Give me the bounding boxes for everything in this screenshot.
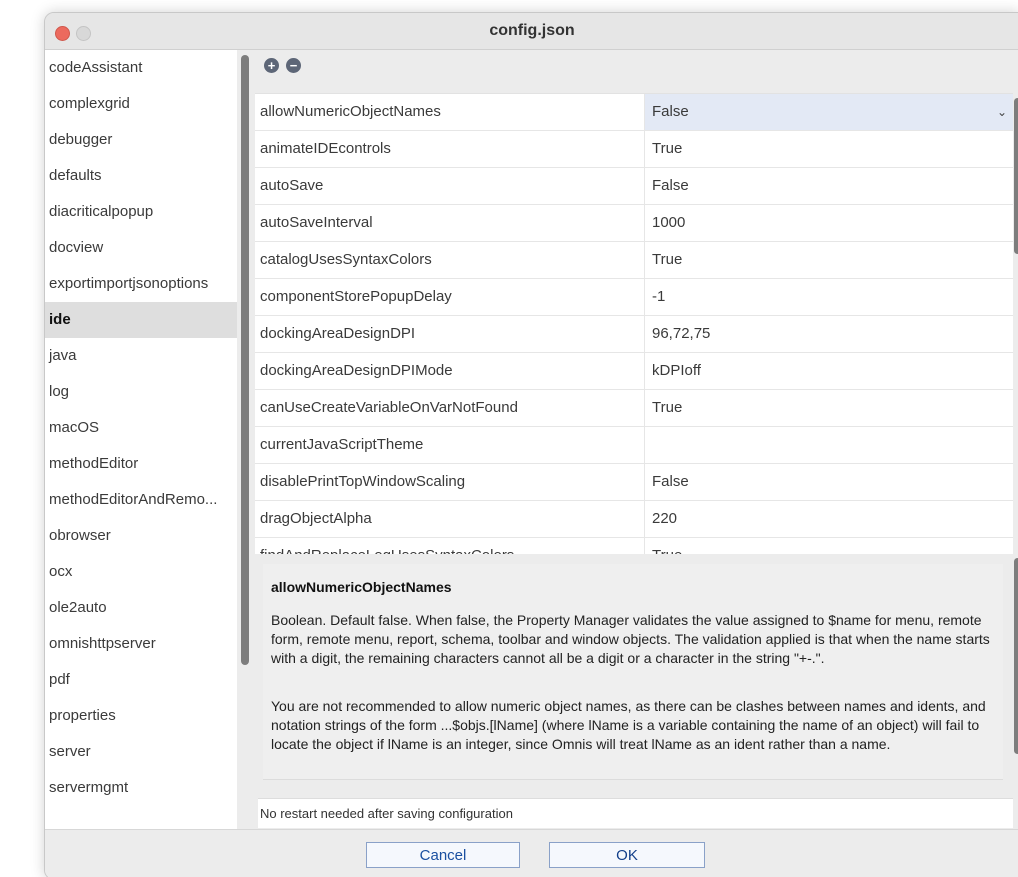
description-scrollbar[interactable]	[1014, 558, 1018, 754]
plus-circle-icon[interactable]: +	[264, 58, 279, 73]
sidebar-item-exportimportjsonoptions[interactable]: exportimportjsonoptions	[45, 266, 237, 302]
sidebar-item-defaults[interactable]: defaults	[45, 158, 237, 194]
table-row[interactable]: disablePrintTopWindowScaling False	[255, 464, 1013, 501]
property-grid: allowNumericObjectNames False ⌄ animateIDEc…	[255, 93, 1013, 554]
property-name-cell[interactable]: dragObjectAlpha	[255, 501, 645, 537]
sidebar-item-debugger[interactable]: debugger	[45, 122, 237, 158]
table-row[interactable]: findAndReplaceLogUsesSyntaxColors True	[255, 538, 1013, 554]
minus-circle-icon[interactable]: −	[286, 58, 301, 73]
property-value-cell[interactable]: True	[645, 131, 1013, 167]
sidebar-item-log[interactable]: log	[45, 374, 237, 410]
property-value-cell[interactable]: kDPIoff	[645, 353, 1013, 389]
table-row[interactable]: animateIDEcontrols True	[255, 131, 1013, 168]
dialog-footer: Cancel OK	[45, 829, 1018, 877]
chevron-down-icon[interactable]: ⌄	[997, 94, 1007, 130]
table-row[interactable]: dockingAreaDesignDPIMode kDPIoff	[255, 353, 1013, 390]
description-paragraph-1: Boolean. Default false. When false, the …	[271, 612, 990, 666]
property-value-text: False	[652, 103, 689, 120]
property-name-cell[interactable]: findAndReplaceLogUsesSyntaxColors	[255, 538, 645, 554]
property-name-cell[interactable]: dockingAreaDesignDPIMode	[255, 353, 645, 389]
sidebar-item-omnishttpserver[interactable]: omnishttpserver	[45, 626, 237, 662]
property-value-cell[interactable]	[645, 427, 1013, 463]
property-name-cell[interactable]: autoSaveInterval	[255, 205, 645, 241]
table-row[interactable]: catalogUsesSyntaxColors True	[255, 242, 1013, 279]
sidebar-item-diacriticalpopup[interactable]: diacriticalpopup	[45, 194, 237, 230]
table-row[interactable]: canUseCreateVariableOnVarNotFound True	[255, 390, 1013, 427]
property-value-text: True	[652, 399, 683, 416]
sidebar-item-ide[interactable]: ide	[45, 302, 237, 338]
sidebar-item-servermgmt[interactable]: servermgmt	[45, 770, 237, 806]
cancel-button[interactable]: Cancel	[366, 842, 520, 868]
property-value-cell[interactable]: False	[645, 168, 1013, 204]
status-bar: No restart needed after saving configura…	[258, 798, 1013, 828]
property-value-text: False	[652, 473, 689, 490]
property-value-text: kDPIoff	[652, 362, 701, 379]
table-row[interactable]: autoSaveInterval 1000	[255, 205, 1013, 242]
table-row[interactable]: dockingAreaDesignDPI 96,72,75	[255, 316, 1013, 353]
property-name-cell[interactable]: allowNumericObjectNames	[255, 94, 645, 130]
property-value-cell[interactable]: -1	[645, 279, 1013, 315]
sidebar-item-server[interactable]: server	[45, 734, 237, 770]
property-value-text: 96,72,75	[652, 325, 711, 342]
property-name-cell[interactable]: currentJavaScriptTheme	[255, 427, 645, 463]
property-value-cell[interactable]: False	[645, 464, 1013, 500]
property-value-text: True	[652, 547, 682, 554]
property-name-cell[interactable]: disablePrintTopWindowScaling	[255, 464, 645, 500]
property-value-cell[interactable]: False ⌄	[645, 94, 1013, 130]
sidebar-item-codeassistant[interactable]: codeAssistant	[45, 50, 237, 86]
property-name-cell[interactable]: canUseCreateVariableOnVarNotFound	[255, 390, 645, 426]
ok-button[interactable]: OK	[549, 842, 705, 868]
property-value-cell[interactable]: 220	[645, 501, 1013, 537]
sidebar-item-properties[interactable]: properties	[45, 698, 237, 734]
property-value-text: True	[652, 140, 683, 157]
section-list: codeAssistant complexgrid debugger defaults…	[45, 50, 237, 829]
sidebar-item-obrowser[interactable]: obrowser	[45, 518, 237, 554]
property-name-cell[interactable]: dockingAreaDesignDPI	[255, 316, 645, 352]
sidebar-item-pdf[interactable]: pdf	[45, 662, 237, 698]
table-row[interactable]: componentStorePopupDelay -1	[255, 279, 1013, 316]
sidebar-item-methodeditorandremo[interactable]: methodEditorAndRemo...	[45, 482, 237, 518]
main-panel: + − allowNumericObjectNames False ⌄ animate…	[254, 50, 1018, 829]
property-name-cell[interactable]: autoSave	[255, 168, 645, 204]
property-value-cell[interactable]: 96,72,75	[645, 316, 1013, 352]
sidebar-item-docview[interactable]: docview	[45, 230, 237, 266]
sidebar-item-complexgrid[interactable]: complexgrid	[45, 86, 237, 122]
property-value-text: 1000	[652, 214, 686, 231]
table-row[interactable]: allowNumericObjectNames False ⌄	[255, 94, 1013, 131]
description-title: allowNumericObjectNames	[271, 579, 452, 595]
description-panel: allowNumericObjectNames Boolean. Default…	[263, 564, 1003, 780]
property-value-text: 220	[652, 510, 678, 527]
sidebar-item-ole2auto[interactable]: ole2auto	[45, 590, 237, 626]
title-bar[interactable]: config.json	[45, 13, 1018, 50]
sidebar-item-methodeditor[interactable]: methodEditor	[45, 446, 237, 482]
property-name-cell[interactable]: catalogUsesSyntaxColors	[255, 242, 645, 278]
sidebar-item-ocx[interactable]: ocx	[45, 554, 237, 590]
property-value-cell[interactable]: True	[645, 538, 1013, 554]
property-name-cell[interactable]: animateIDEcontrols	[255, 131, 645, 167]
table-row[interactable]: dragObjectAlpha 220	[255, 501, 1013, 538]
sidebar-item-java[interactable]: java	[45, 338, 237, 374]
property-value-text: False	[652, 177, 689, 194]
grid-scrollbar[interactable]	[1014, 98, 1018, 254]
config-window: config.json codeAssistant complexgrid debu…	[44, 12, 1018, 877]
description-paragraph-2: You are not recommended to allow numeric…	[271, 698, 986, 752]
table-row[interactable]: autoSave False	[255, 168, 1013, 205]
property-value-cell[interactable]: True	[645, 242, 1013, 278]
property-value-text: True	[652, 251, 683, 268]
sidebar-scrollbar[interactable]	[241, 55, 249, 665]
grid-toolbar: + −	[254, 50, 1018, 82]
property-value-cell[interactable]: 1000	[645, 205, 1013, 241]
window-title: config.json	[489, 22, 575, 39]
property-value-cell[interactable]: True	[645, 390, 1013, 426]
sidebar-item-macos[interactable]: macOS	[45, 410, 237, 446]
table-row[interactable]: currentJavaScriptTheme	[255, 427, 1013, 464]
property-name-cell[interactable]: componentStorePopupDelay	[255, 279, 645, 315]
property-value-text: -1	[652, 288, 666, 305]
